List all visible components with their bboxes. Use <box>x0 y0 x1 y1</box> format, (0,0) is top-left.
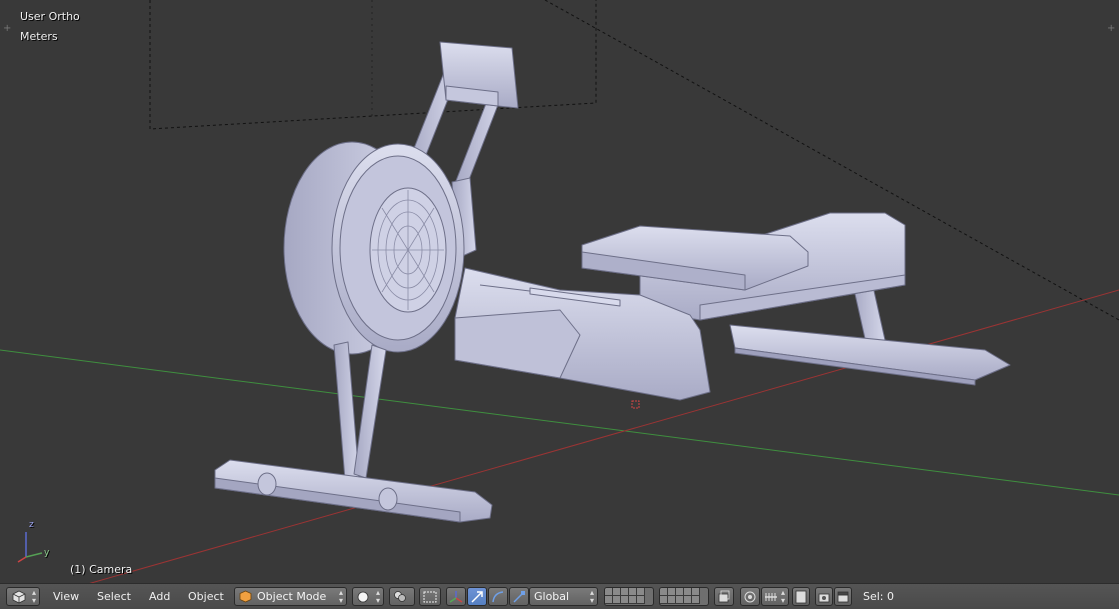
active-object-label: (1) Camera <box>70 563 133 576</box>
snap-toggle-button[interactable] <box>792 587 810 606</box>
snap-increment-icon <box>765 593 777 601</box>
manipulator-icon <box>449 591 463 603</box>
selection-count: Sel: 0 <box>863 590 895 603</box>
layers-icon <box>718 590 730 603</box>
units-label: Meters <box>20 30 58 43</box>
translate-manipulator-button[interactable] <box>467 587 487 606</box>
proportional-editing-button[interactable] <box>740 587 760 606</box>
3d-cursor <box>631 400 640 409</box>
chevron-updown-icon: ▴ ▾ <box>589 588 594 605</box>
snap-element-dropdown[interactable]: ▴ ▾ <box>761 587 789 606</box>
chevron-updown-icon: ▴ ▾ <box>31 588 36 605</box>
scale-icon <box>513 591 525 603</box>
axis-gizmo <box>17 532 43 563</box>
mode-dropdown[interactable]: Object Mode ▴ ▾ <box>234 587 347 606</box>
chevron-updown-icon: ▴ ▾ <box>338 588 343 605</box>
pivot-icon <box>394 591 406 602</box>
gizmo-z-label: z <box>29 520 34 530</box>
origins-icon <box>423 591 437 603</box>
left-region-toggle-icon[interactable]: + <box>3 24 11 34</box>
viewport-header: ▴ ▾ View Select Add Object Object Mode ▴ ▾… <box>0 583 1119 609</box>
layer-buttons-group-2[interactable] <box>659 587 709 606</box>
mode-dropdown-value: Object Mode <box>257 590 327 603</box>
menu-object[interactable]: Object <box>188 590 224 603</box>
view-name-label: User Ortho <box>20 10 80 23</box>
chevron-updown-icon: ▴ ▾ <box>780 588 785 605</box>
rotate-arc-icon <box>492 591 504 603</box>
rotate-manipulator-button[interactable] <box>488 587 508 606</box>
scale-manipulator-button[interactable] <box>509 587 529 606</box>
right-region-toggle-icon[interactable]: + <box>1107 24 1115 34</box>
menu-add[interactable]: Add <box>149 590 170 603</box>
use-only-origins-button[interactable] <box>419 587 441 606</box>
camera-icon <box>818 593 830 603</box>
object-mode-icon <box>239 590 252 603</box>
3d-viewport[interactable]: User Ortho Meters (1) Camera z y + + <box>0 0 1119 583</box>
rowing-machine-model[interactable] <box>214 41 1011 523</box>
chevron-updown-icon: ▴ ▾ <box>375 588 380 605</box>
gizmo-y-label: y <box>44 548 50 558</box>
opengl-render-button[interactable] <box>815 587 833 606</box>
manipulator-toggle-button[interactable] <box>446 587 466 606</box>
sphere-icon <box>357 591 369 603</box>
cube-icon <box>12 590 26 604</box>
lock-to-scene-button[interactable] <box>714 587 734 606</box>
menu-view[interactable]: View <box>53 590 79 603</box>
menu-select[interactable]: Select <box>97 590 131 603</box>
opengl-render-animation-button[interactable] <box>834 587 852 606</box>
camera-frustum <box>149 0 597 130</box>
arrow-icon <box>471 591 483 603</box>
proportional-icon <box>744 591 756 603</box>
magnet-icon <box>795 590 807 604</box>
scene-canvas[interactable] <box>0 0 1119 583</box>
pivot-point-button[interactable] <box>389 587 415 606</box>
orientation-dropdown-value: Global <box>534 590 570 603</box>
clapperboard-icon <box>837 591 849 603</box>
editor-type-button[interactable]: ▴ ▾ <box>6 587 40 606</box>
layer-buttons-group-1[interactable] <box>604 587 654 606</box>
orientation-dropdown[interactable]: Global ▴ ▾ <box>529 587 598 606</box>
viewport-shading-button[interactable]: ▴ ▾ <box>352 587 384 606</box>
